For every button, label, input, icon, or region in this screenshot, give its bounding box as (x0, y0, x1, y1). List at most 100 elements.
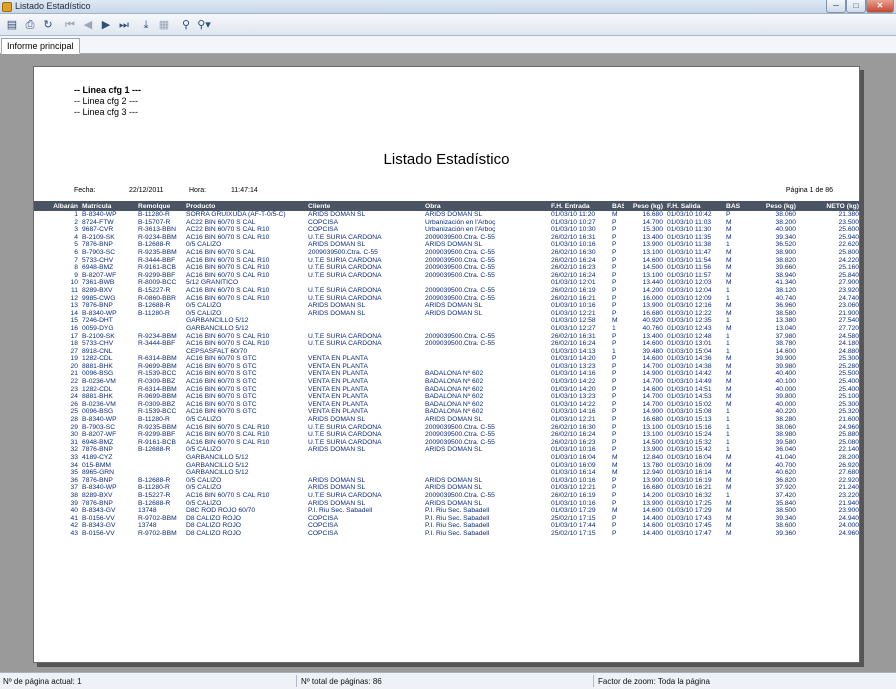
table-cell: 1 (612, 324, 616, 332)
table-cell: AC16 BIN 60/70 S CAL R10 (186, 271, 270, 279)
table-cell: COPCISA (308, 514, 339, 522)
table-cell: 01/03/10 17:45 (667, 522, 712, 530)
table-cell: 39.900 (775, 355, 796, 363)
table-cell: AC16 BIN 60/70 S CAL R10 (186, 233, 270, 241)
table-row: 15 7246-DHT GARBANCILLO 5/12 01/03/10 12:58… (34, 317, 861, 325)
table-cell: 30 (70, 431, 78, 439)
table-cell: 40 (70, 507, 78, 515)
table-cell: B-2109-SK (82, 332, 115, 340)
table-cell: 36.040 (775, 446, 796, 454)
table-cell: 39.340 (775, 233, 796, 241)
table-row: 32 7876-BNP B-12688-R 0/5 CALIZO ARIDS DOMAN… (34, 446, 861, 454)
column-header: Cliente (306, 201, 423, 211)
table-cell: D8 CALIZO ROJO (186, 514, 241, 522)
table-cell: 39.800 (775, 393, 796, 401)
table-cell: P (612, 279, 617, 287)
first-page-icon[interactable]: ⏮ (62, 17, 78, 33)
maximize-button[interactable]: □ (846, 0, 866, 13)
table-cell: M (726, 355, 732, 363)
table-cell: 7876-BNP (82, 241, 113, 249)
table-cell (306, 348, 423, 356)
table-cell: 01/03/10 12:35 (667, 317, 712, 325)
table-cell: 0096-BSG (82, 408, 114, 416)
table-row: 36 7876-BNP B-12688-R 0/5 CALIZO ARIDS DOMAN… (34, 477, 861, 485)
table-cell: 1 (726, 286, 730, 294)
table-cell: 01/03/10 10:16 (551, 302, 596, 310)
close-button[interactable]: ✕ (866, 0, 894, 13)
report-viewer[interactable]: -- Linea cfg 1 --- -- Linea cfg 2 --- --… (0, 54, 896, 672)
table-cell: 1 (726, 423, 730, 431)
find-icon[interactable]: ⚲ (178, 17, 194, 33)
table-cell: AC16 BIN 60/70 S GTC (186, 408, 257, 416)
table-cell: ARIDS DOMAN SL (308, 499, 366, 507)
table-cell: P (612, 431, 617, 439)
table-cell: R-1539-BCC (138, 408, 177, 416)
table-cell: 01/03/10 14:16 (551, 408, 596, 416)
table-cell: 40.620 (775, 469, 796, 477)
table-cell: VENTA EN PLANTA (308, 378, 368, 386)
open-icon[interactable]: ▤ (4, 17, 20, 33)
table-cell: 01/03/10 15:04 (667, 347, 712, 355)
table-cell: 2009039500.Ctra. C-55 (425, 340, 495, 348)
page-setup-icon[interactable]: ▦ (156, 17, 172, 33)
table-cell: 26/02/10 16:23 (551, 264, 596, 272)
table-row: 28 B-8340-WP B-11280-R 0/5 CALIZO ARIDS DOMA… (34, 416, 861, 424)
table-cell: 7876-BNP (82, 499, 113, 507)
table-cell: 27.720 (838, 324, 859, 332)
table-cell: M (726, 529, 732, 537)
prev-page-icon[interactable]: ◀ (80, 17, 96, 33)
status-separator (296, 675, 297, 687)
table-cell: 13748 (138, 507, 157, 515)
table-cell: 015-BMM (82, 461, 111, 469)
last-page-icon[interactable]: ⏭ (116, 17, 132, 33)
goto-page-icon[interactable]: ⤓ (138, 17, 154, 33)
table-cell: 01/03/10 15:16 (667, 423, 712, 431)
table-cell: B-11280-R (138, 309, 170, 317)
table-cell: 01/03/10 16:14 (551, 469, 596, 477)
table-cell: AC16 BIN 60/70 S GTC (186, 370, 257, 378)
tab-informe-principal[interactable]: Informe principal (1, 38, 80, 54)
table-cell: AC16 BIN 60/70 S CAL R10 (186, 294, 270, 302)
table-cell: 40.000 (775, 400, 796, 408)
table-cell: 16 (70, 324, 78, 332)
table-cell: 13.900 (642, 476, 663, 484)
table-cell: 01/03/10 12:21 (551, 309, 596, 317)
table-cell: M (726, 226, 732, 234)
table-cell: R-9234-BBM (138, 332, 177, 340)
minimize-button[interactable]: ─ (826, 0, 846, 13)
table-cell: 38.280 (775, 416, 796, 424)
table-cell: 28 (70, 416, 78, 424)
table-cell: 01/03/10 12:43 (667, 324, 712, 332)
table-cell: 12 (70, 294, 78, 302)
table-row: 11 8289-BXV B-15227-R AC16 BIN 60/70 S CAL … (34, 287, 861, 295)
table-cell: R-9235-BBM (138, 423, 177, 431)
table-cell: ARIDS DOMAN SL (425, 241, 483, 249)
print-icon[interactable]: ⎙ (22, 17, 38, 33)
table-cell: 8289-BXV (82, 286, 113, 294)
table-cell: 0/5 CALIZO (186, 416, 222, 424)
table-cell: ARIDS DOMAN SL (308, 211, 366, 218)
table-cell: M (612, 469, 618, 477)
table-cell: 39.340 (775, 514, 796, 522)
table-cell: 33 (70, 454, 78, 461)
table-cell: 38.060 (775, 423, 796, 431)
table-cell: 2009039500.Ctra. C-55 (425, 248, 495, 256)
table-cell: AC16 BIN 60/70 S CAL R10 (186, 423, 270, 431)
table-cell: 38.980 (775, 431, 796, 439)
table-cell: P (612, 248, 617, 256)
table-cell: 5 (74, 241, 78, 249)
table-cell: 19 (70, 355, 78, 363)
table-cell: 2009039500.Ctra. C-55 (308, 248, 378, 256)
find-next-icon[interactable]: ⚲▾ (196, 17, 212, 33)
table-cell: 0096-BSG (82, 370, 114, 378)
table-cell: 25 (70, 408, 78, 416)
table-cell: 40.100 (775, 378, 796, 386)
table-cell: 5/12 GRANITICO (186, 279, 239, 287)
next-page-icon[interactable]: ▶ (98, 17, 114, 33)
table-cell: 2009039500.Ctra. C-55 (425, 431, 495, 439)
table-cell: U.T.E SÚRIA CARDONA (308, 233, 382, 241)
table-cell: 14.700 (642, 362, 663, 370)
table-cell: 14.500 (642, 438, 663, 446)
refresh-icon[interactable]: ↻ (40, 17, 56, 33)
table-cell: 12.940 (642, 469, 663, 477)
